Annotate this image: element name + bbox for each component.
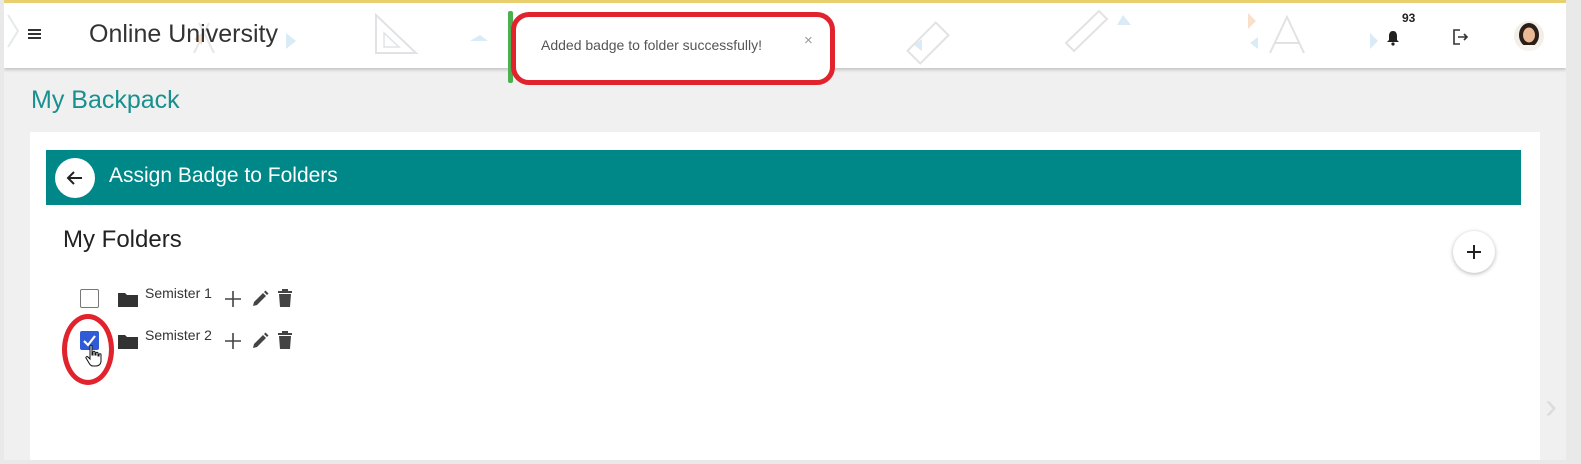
card-header: Assign Badge to Folders	[46, 150, 1521, 205]
notification-count-badge: 93	[1402, 11, 1416, 25]
toast-message: Added badge to folder successfully!	[541, 37, 763, 53]
bell-icon[interactable]	[1386, 30, 1402, 46]
trash-icon[interactable]	[277, 330, 293, 350]
folder-label: Semister 2	[145, 327, 212, 343]
folder-icon	[118, 293, 138, 307]
logout-icon[interactable]	[1452, 28, 1472, 48]
arrow-left-icon	[66, 171, 82, 185]
page-title: My Backpack	[31, 86, 180, 114]
folder-checkbox[interactable]	[80, 289, 99, 308]
assign-badge-card: Assign Badge to Folders My Folders Semis…	[30, 132, 1540, 460]
user-avatar[interactable]	[1514, 21, 1544, 51]
add-folder-button[interactable]	[1453, 231, 1495, 273]
hand-pointer-cursor-icon	[85, 344, 102, 367]
folder-icon	[118, 335, 138, 349]
pencil-icon[interactable]	[250, 289, 270, 309]
folder-label: Semister 1	[145, 285, 212, 301]
toast-close-button[interactable]: ×	[804, 32, 813, 49]
app-frame: Online University 93 Added badge to fold…	[4, 0, 1566, 460]
trash-icon[interactable]	[277, 288, 293, 308]
hamburger-menu-icon[interactable]	[28, 27, 48, 47]
folders-section-title: My Folders	[63, 226, 182, 253]
pencil-icon[interactable]	[250, 331, 270, 351]
app-title: Online University	[89, 20, 278, 48]
back-button[interactable]	[55, 158, 95, 198]
success-toast: Added badge to folder successfully! ×	[511, 12, 835, 85]
add-subfolder-icon[interactable]	[224, 290, 242, 308]
folder-row-semister-1: Semister 1	[80, 285, 340, 313]
folder-row-semister-2: Semister 2	[80, 327, 340, 355]
plus-icon	[1467, 245, 1481, 259]
card-header-title: Assign Badge to Folders	[109, 164, 338, 187]
chevron-right-icon[interactable]: ›	[1545, 385, 1557, 427]
add-subfolder-icon[interactable]	[224, 332, 242, 350]
